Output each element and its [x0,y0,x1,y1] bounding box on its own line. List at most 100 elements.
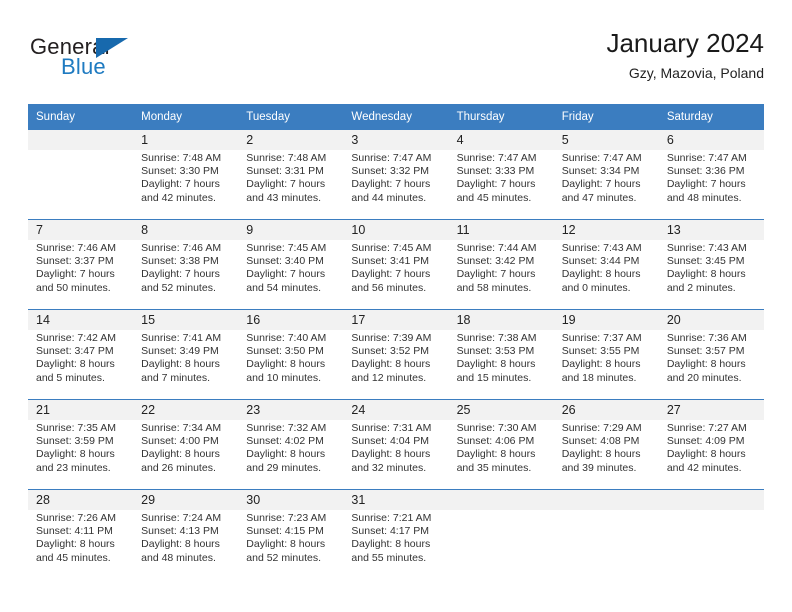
daylight-text-line1: Daylight: 8 hours [456,448,536,461]
day-number[interactable]: 22 [133,399,239,420]
column-header-thursday: Thursday [448,104,554,130]
day-number[interactable]: 11 [448,219,554,240]
day-cell-empty [448,510,554,579]
sunset-text: Sunset: 3:45 PM [666,255,745,268]
daylight-text-line1: Daylight: 8 hours [141,448,220,461]
weekday-header-row: Sunday Monday Tuesday Wednesday Thursday… [28,104,764,130]
day-number[interactable]: 13 [658,219,764,240]
day-number[interactable]: 4 [448,129,554,150]
sunset-text: Sunset: 3:53 PM [456,345,535,358]
day-number[interactable]: 7 [28,219,134,240]
sunrise-text: Sunrise: 7:48 AM [246,152,327,164]
daylight-text-line1: Daylight: 8 hours [456,358,536,371]
sunset-text: Sunset: 4:00 PM [141,435,219,448]
daylight-text-line2: and 52 minutes. [141,281,216,294]
day-cell: Sunrise: 7:46 AM Sunset: 3:37 PM Dayligh… [28,240,134,310]
daylight-text-line1: Daylight: 8 hours [666,268,746,281]
sunset-text: Sunset: 4:17 PM [351,525,430,538]
day-number[interactable]: 19 [553,309,659,330]
daylight-text-line1: Daylight: 8 hours [351,358,431,371]
daynum-row: 1 2 3 4 5 6 [28,129,764,150]
daylight-text-line1: Daylight: 8 hours [36,448,115,461]
day-number[interactable]: 28 [28,489,134,510]
day-number[interactable]: 25 [448,399,554,420]
daylight-text-line2: and 32 minutes. [351,461,427,474]
day-number[interactable]: 29 [133,489,239,510]
column-header-wednesday: Wednesday [343,104,449,130]
day-number[interactable]: 18 [448,309,554,330]
sunrise-text: Sunrise: 7:41 AM [141,332,222,344]
sunset-text: Sunset: 3:33 PM [456,165,535,178]
daylight-text-line2: and 52 minutes. [246,551,321,564]
day-number[interactable]: 31 [343,489,449,510]
sunset-text: Sunset: 3:49 PM [141,345,219,358]
day-number[interactable]: 27 [658,399,764,420]
day-info-row: Sunrise: 7:35 AM Sunset: 3:59 PM Dayligh… [28,420,764,490]
day-number [658,489,764,510]
day-number[interactable]: 2 [238,129,344,150]
brand-logo[interactable]: General Blue [30,34,230,86]
day-number[interactable]: 17 [343,309,449,330]
sunset-text: Sunset: 4:08 PM [561,435,640,448]
page-title: January 2024 [606,28,764,58]
day-cell: Sunrise: 7:34 AM Sunset: 4:00 PM Dayligh… [133,420,239,490]
day-cell: Sunrise: 7:35 AM Sunset: 3:59 PM Dayligh… [28,420,134,490]
day-number[interactable]: 1 [133,129,239,150]
sunrise-text: Sunrise: 7:39 AM [351,332,432,344]
day-number[interactable]: 8 [133,219,239,240]
day-cell: Sunrise: 7:47 AM Sunset: 3:32 PM Dayligh… [343,150,449,220]
sunset-text: Sunset: 3:37 PM [36,255,114,268]
day-number[interactable]: 10 [343,219,449,240]
sunrise-text: Sunrise: 7:43 AM [666,242,747,254]
day-number[interactable]: 9 [238,219,344,240]
daylight-text-line1: Daylight: 8 hours [351,448,431,461]
column-header-friday: Friday [553,104,659,130]
day-number[interactable]: 26 [553,399,659,420]
daylight-text-line2: and 10 minutes. [246,371,321,384]
day-number[interactable]: 3 [343,129,449,150]
day-cell: Sunrise: 7:23 AM Sunset: 4:15 PM Dayligh… [238,510,344,579]
column-header-tuesday: Tuesday [238,104,344,130]
day-cell: Sunrise: 7:37 AM Sunset: 3:55 PM Dayligh… [553,330,659,400]
daylight-text-line1: Daylight: 8 hours [666,358,746,371]
day-number[interactable]: 20 [658,309,764,330]
day-number[interactable]: 16 [238,309,344,330]
day-number[interactable]: 5 [553,129,659,150]
daylight-text-line2: and 43 minutes. [246,191,321,204]
day-number[interactable]: 6 [658,129,764,150]
day-cell: Sunrise: 7:47 AM Sunset: 3:34 PM Dayligh… [553,150,659,220]
daylight-text-line1: Daylight: 7 hours [246,178,326,191]
day-cell: Sunrise: 7:21 AM Sunset: 4:17 PM Dayligh… [343,510,449,579]
sunset-text: Sunset: 3:31 PM [246,165,324,178]
sunrise-text: Sunrise: 7:24 AM [141,512,222,524]
daylight-text-line2: and 26 minutes. [141,461,216,474]
day-number[interactable]: 14 [28,309,134,330]
day-number[interactable]: 12 [553,219,659,240]
sunset-text: Sunset: 4:15 PM [246,525,324,538]
sunrise-text: Sunrise: 7:38 AM [456,332,537,344]
daylight-text-line2: and 58 minutes. [456,281,532,294]
day-number[interactable]: 23 [238,399,344,420]
daylight-text-line2: and 29 minutes. [246,461,321,474]
day-cell: Sunrise: 7:24 AM Sunset: 4:13 PM Dayligh… [133,510,239,579]
day-number[interactable]: 30 [238,489,344,510]
daylight-text-line1: Daylight: 8 hours [246,358,326,371]
day-number[interactable]: 15 [133,309,239,330]
sunrise-text: Sunrise: 7:34 AM [141,422,222,434]
sunrise-text: Sunrise: 7:44 AM [456,242,537,254]
daylight-text-line1: Daylight: 7 hours [246,268,326,281]
day-number[interactable]: 21 [28,399,134,420]
sunset-text: Sunset: 3:32 PM [351,165,430,178]
day-cell: Sunrise: 7:42 AM Sunset: 3:47 PM Dayligh… [28,330,134,400]
daylight-text-line1: Daylight: 8 hours [561,268,641,281]
day-number[interactable]: 24 [343,399,449,420]
sunset-text: Sunset: 4:02 PM [246,435,324,448]
sunset-text: Sunset: 4:11 PM [36,525,113,538]
title-block: January 2024 Gzy, Mazovia, Poland [606,28,764,82]
sunset-text: Sunset: 4:09 PM [666,435,745,448]
day-cell: Sunrise: 7:48 AM Sunset: 3:30 PM Dayligh… [133,150,239,220]
daylight-text-line1: Daylight: 7 hours [36,268,115,281]
daylight-text-line2: and 50 minutes. [36,281,111,294]
daynum-row: 21 22 23 24 25 26 27 [28,399,764,420]
day-cell: Sunrise: 7:27 AM Sunset: 4:09 PM Dayligh… [658,420,764,490]
